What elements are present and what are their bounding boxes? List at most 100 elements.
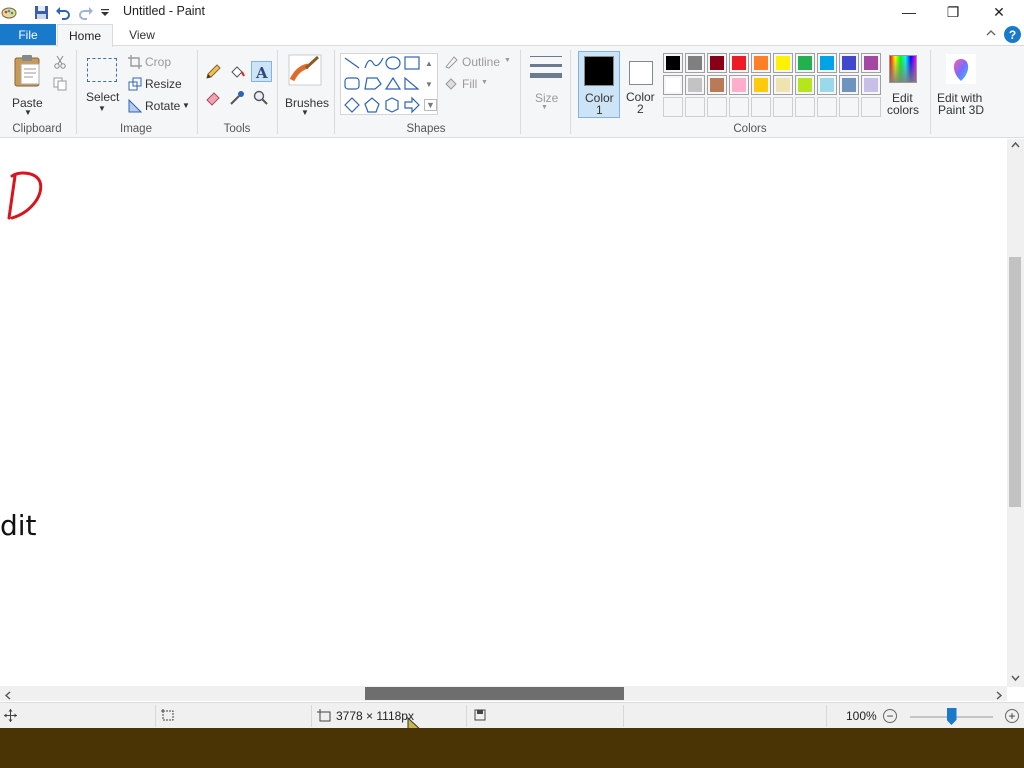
color2-button[interactable]: Color 2 bbox=[621, 51, 661, 118]
eraser-icon[interactable] bbox=[205, 90, 221, 106]
palette-swatch[interactable] bbox=[663, 53, 683, 73]
right-arrow-shape-icon[interactable] bbox=[404, 96, 420, 114]
custom-color-slot[interactable] bbox=[729, 97, 749, 117]
custom-color-slot[interactable] bbox=[839, 97, 859, 117]
custom-color-slot[interactable] bbox=[795, 97, 815, 117]
fill-button[interactable]: Fill bbox=[462, 77, 477, 91]
pentagon-shape-icon[interactable] bbox=[364, 97, 380, 113]
rectangle-shape-icon[interactable] bbox=[404, 56, 420, 70]
fill-bucket-icon[interactable] bbox=[229, 64, 245, 80]
palette-swatch[interactable] bbox=[707, 53, 727, 73]
rounded-rectangle-shape-icon[interactable] bbox=[344, 77, 360, 90]
zoom-in-button[interactable]: + bbox=[1005, 709, 1019, 723]
custom-color-slot[interactable] bbox=[707, 97, 727, 117]
palette-swatch[interactable] bbox=[751, 53, 771, 73]
text-tool-icon[interactable]: A bbox=[251, 61, 272, 82]
custom-color-slot[interactable] bbox=[861, 97, 881, 117]
curve-shape-icon[interactable] bbox=[364, 57, 384, 69]
custom-color-slot[interactable] bbox=[663, 97, 683, 117]
hexagon-shape-icon[interactable] bbox=[385, 97, 399, 113]
zoom-out-button[interactable]: − bbox=[883, 709, 897, 723]
horizontal-scroll-thumb[interactable] bbox=[365, 687, 624, 700]
edit-colors-button[interactable]: Edit colors bbox=[884, 52, 924, 118]
vertical-scrollbar[interactable] bbox=[1007, 139, 1024, 687]
oval-shape-icon[interactable] bbox=[385, 56, 401, 70]
redo-icon[interactable] bbox=[77, 3, 95, 21]
tab-view[interactable]: View bbox=[117, 24, 167, 46]
resize-button[interactable]: Resize bbox=[145, 77, 182, 91]
outline-icon[interactable] bbox=[443, 54, 459, 70]
close-button[interactable]: ✕ bbox=[976, 0, 1022, 24]
tab-home[interactable]: Home bbox=[57, 24, 113, 47]
copy-icon[interactable] bbox=[52, 76, 68, 92]
palette-swatch[interactable] bbox=[751, 75, 771, 95]
crop-icon[interactable] bbox=[127, 54, 143, 70]
custom-color-slot[interactable] bbox=[817, 97, 837, 117]
pencil-icon[interactable] bbox=[205, 64, 221, 80]
rotate-dropdown-icon[interactable]: ▼ bbox=[182, 101, 190, 110]
scroll-left-icon[interactable] bbox=[4, 689, 13, 703]
save-icon[interactable] bbox=[32, 3, 50, 21]
palette-swatch[interactable] bbox=[795, 53, 815, 73]
custom-color-slot[interactable] bbox=[773, 97, 793, 117]
polygon-shape-icon[interactable] bbox=[364, 77, 382, 90]
palette-swatch[interactable] bbox=[729, 75, 749, 95]
customize-quick-access-icon[interactable] bbox=[96, 3, 114, 21]
rotate-icon[interactable] bbox=[127, 98, 143, 114]
select-button[interactable]: Select ▼ bbox=[84, 54, 120, 118]
collapse-ribbon-icon[interactable] bbox=[985, 27, 999, 41]
diamond-shape-icon[interactable] bbox=[344, 97, 360, 113]
custom-color-slot[interactable] bbox=[751, 97, 771, 117]
rotate-button[interactable]: Rotate bbox=[145, 99, 180, 113]
palette-swatch[interactable] bbox=[729, 53, 749, 73]
crop-button[interactable]: Crop bbox=[145, 55, 171, 69]
scroll-down-icon[interactable] bbox=[1011, 671, 1020, 685]
palette-swatch[interactable] bbox=[685, 75, 705, 95]
palette-swatch[interactable] bbox=[773, 53, 793, 73]
tab-file[interactable]: File bbox=[0, 24, 56, 46]
fill-icon[interactable] bbox=[443, 76, 459, 92]
palette-swatch[interactable] bbox=[773, 75, 793, 95]
minimize-button[interactable]: — bbox=[886, 0, 932, 24]
triangle-shape-icon[interactable] bbox=[384, 76, 402, 90]
scroll-right-icon[interactable] bbox=[994, 689, 1003, 703]
shapes-expand-icon[interactable]: ▼ bbox=[424, 99, 437, 111]
resize-icon[interactable] bbox=[127, 76, 143, 92]
zoom-slider-thumb[interactable] bbox=[946, 708, 957, 725]
palette-swatch[interactable] bbox=[839, 53, 859, 73]
brushes-dropdown-icon[interactable]: ▼ bbox=[301, 108, 309, 117]
canvas[interactable] bbox=[0, 139, 1024, 687]
undo-icon[interactable] bbox=[54, 3, 72, 21]
scroll-up-icon[interactable] bbox=[1011, 141, 1020, 152]
vertical-scroll-thumb[interactable] bbox=[1009, 257, 1021, 507]
palette-swatch[interactable] bbox=[707, 75, 727, 95]
color1-button[interactable]: Color 1 bbox=[578, 51, 620, 118]
custom-color-slot[interactable] bbox=[685, 97, 705, 117]
paint-app-icon[interactable] bbox=[0, 3, 18, 21]
cut-icon[interactable] bbox=[52, 54, 68, 70]
palette-swatch[interactable] bbox=[685, 53, 705, 73]
maximize-button[interactable]: ❐ bbox=[930, 0, 976, 24]
palette-swatch[interactable] bbox=[861, 53, 881, 73]
shapes-scroll-up-icon[interactable]: ▲ bbox=[425, 59, 433, 68]
shapes-scroll-down-icon[interactable]: ▼ bbox=[425, 80, 433, 89]
outline-dropdown-icon[interactable]: ▼ bbox=[504, 57, 511, 64]
palette-swatch[interactable] bbox=[817, 53, 837, 73]
palette-swatch[interactable] bbox=[663, 75, 683, 95]
paste-button[interactable]: Paste ▼ bbox=[8, 52, 48, 118]
outline-button[interactable]: Outline bbox=[462, 55, 500, 69]
palette-swatch[interactable] bbox=[861, 75, 881, 95]
fill-dropdown-icon[interactable]: ▼ bbox=[481, 79, 488, 86]
horizontal-scrollbar[interactable] bbox=[0, 686, 1007, 701]
magnifier-icon[interactable] bbox=[253, 90, 269, 106]
paste-dropdown-icon[interactable]: ▼ bbox=[24, 108, 32, 117]
right-triangle-shape-icon[interactable] bbox=[404, 76, 420, 90]
palette-swatch[interactable] bbox=[817, 75, 837, 95]
palette-swatch[interactable] bbox=[795, 75, 815, 95]
size-button[interactable]: Size ▼ bbox=[526, 54, 564, 118]
size-dropdown-icon[interactable]: ▼ bbox=[541, 104, 548, 111]
color-picker-icon[interactable] bbox=[229, 90, 245, 106]
help-icon[interactable]: ? bbox=[1004, 26, 1021, 43]
palette-swatch[interactable] bbox=[839, 75, 859, 95]
brushes-button[interactable]: Brushes ▼ bbox=[283, 52, 329, 118]
